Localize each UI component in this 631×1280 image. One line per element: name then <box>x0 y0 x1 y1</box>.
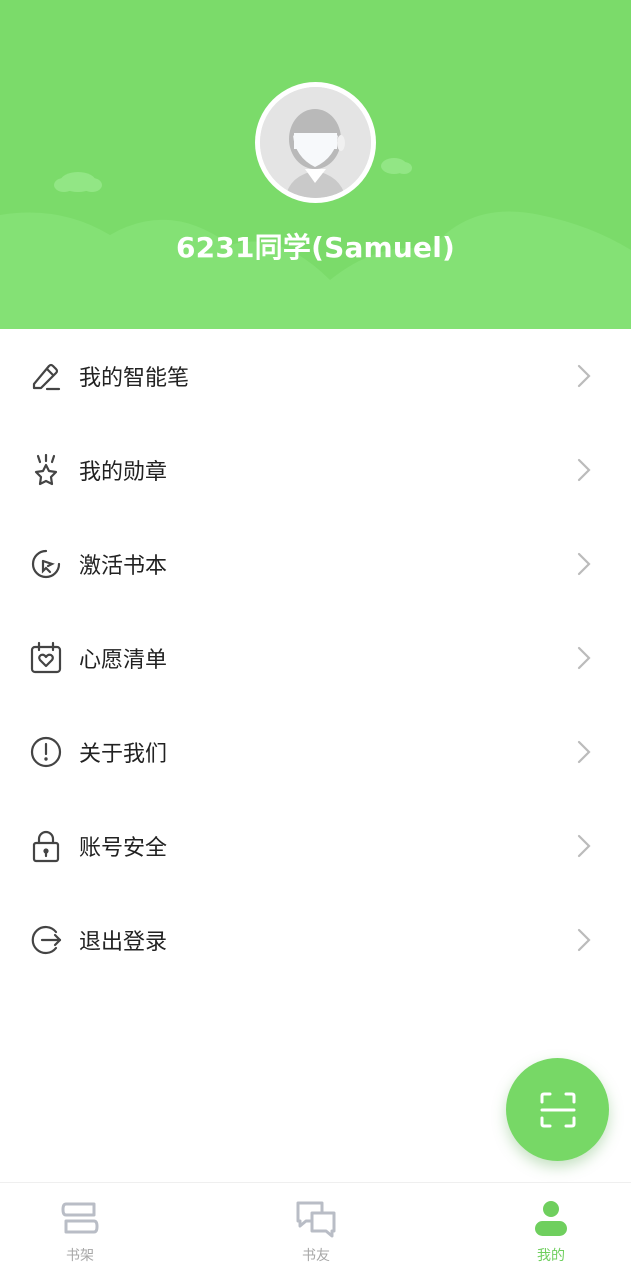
chevron-right-icon <box>577 646 591 670</box>
menu-item-label: 我的智能笔 <box>79 366 190 391</box>
menu-item-activate-book[interactable]: 激活书本 <box>0 517 631 611</box>
tab-bookshelf[interactable]: 书架 <box>0 1183 160 1280</box>
tab-book-friends[interactable]: 书友 <box>236 1183 396 1280</box>
username: 6231同学(Samuel) <box>175 231 456 264</box>
menu-item-account-security[interactable]: 账号安全 <box>0 799 631 893</box>
chevron-right-icon <box>577 928 591 952</box>
menu-item-about-us[interactable]: 关于我们 <box>0 705 631 799</box>
chevron-right-icon <box>577 834 591 858</box>
info-exclamation-icon <box>28 734 64 770</box>
medal-star-icon <box>28 452 64 488</box>
profile-header: 6231同学(Samuel) <box>0 0 631 329</box>
default-avatar-icon <box>260 87 371 198</box>
menu-item-label: 账号安全 <box>79 836 168 861</box>
tab-label: 我的 <box>537 1248 565 1264</box>
user-icon <box>529 1199 573 1239</box>
scan-icon <box>540 1092 575 1127</box>
bottom-tab-bar: 书架 书友 我的 <box>0 1182 631 1280</box>
menu-item-smart-pen[interactable]: 我的智能笔 <box>0 329 631 423</box>
tab-mine[interactable]: 我的 <box>471 1183 631 1280</box>
logout-icon <box>28 922 64 958</box>
settings-menu: 我的智能笔 我的勋章 激活书本 心愿清单 关于我们 账号安全 退出登录 <box>0 329 631 987</box>
calendar-heart-icon <box>28 640 64 676</box>
activate-cursor-icon <box>28 546 64 582</box>
menu-item-label: 关于我们 <box>79 742 168 767</box>
menu-item-logout[interactable]: 退出登录 <box>0 893 631 987</box>
lock-icon <box>28 828 64 864</box>
menu-item-wishlist[interactable]: 心愿清单 <box>0 611 631 705</box>
chat-bubbles-icon <box>294 1199 338 1239</box>
chevron-right-icon <box>577 458 591 482</box>
chevron-right-icon <box>577 364 591 388</box>
tab-label: 书友 <box>302 1248 330 1264</box>
pen-icon <box>28 358 64 394</box>
menu-item-label: 心愿清单 <box>79 648 168 673</box>
scan-button[interactable] <box>506 1058 609 1161</box>
menu-item-label: 我的勋章 <box>79 460 168 485</box>
chevron-right-icon <box>577 552 591 576</box>
avatar[interactable] <box>255 82 376 203</box>
tab-label: 书架 <box>66 1248 94 1264</box>
menu-item-label: 激活书本 <box>79 554 168 579</box>
bookshelf-icon <box>58 1199 102 1239</box>
chevron-right-icon <box>577 740 591 764</box>
menu-item-label: 退出登录 <box>79 930 168 955</box>
menu-item-medals[interactable]: 我的勋章 <box>0 423 631 517</box>
